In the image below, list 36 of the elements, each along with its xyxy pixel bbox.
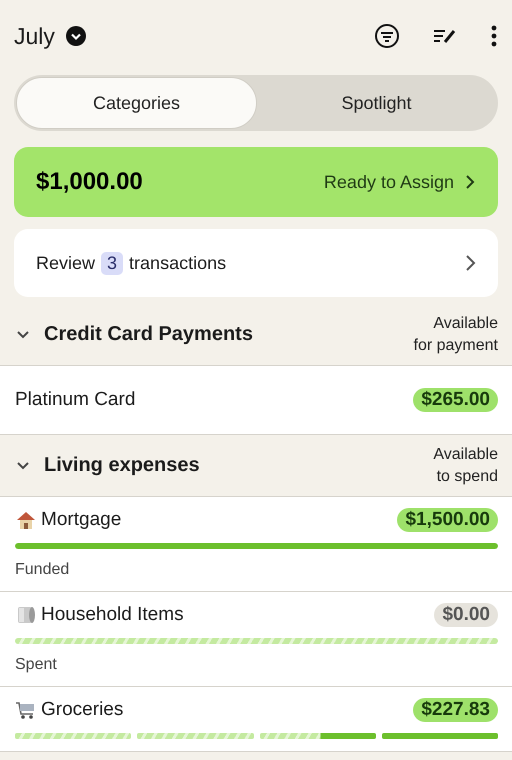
tab[interactable]: Categories — [16, 77, 257, 129]
group-name: Credit Card Payments — [44, 323, 254, 346]
chevron-right-icon — [464, 254, 476, 272]
category-name: Household Items — [41, 604, 184, 626]
category-name: Platinum Card — [15, 389, 136, 411]
ready-to-assign-card[interactable]: $1,000.00 Ready to Assign — [14, 147, 498, 217]
review-label: Review — [36, 252, 96, 274]
amount-pill: $0.00 — [434, 603, 498, 627]
tab[interactable]: Spotlight — [257, 77, 496, 129]
dropdown-icon[interactable] — [64, 25, 87, 47]
review-label: transactions — [129, 252, 228, 274]
house-icon — [15, 509, 37, 531]
more-button[interactable] — [490, 24, 498, 48]
category-row[interactable]: Mortgage $1,500.00 Funded — [0, 497, 512, 592]
category-name: Groceries — [41, 699, 124, 721]
column-label: for payment — [414, 336, 498, 356]
status-label: Funded — [15, 561, 70, 578]
column-label: Available — [432, 314, 498, 334]
category-row[interactable]: Platinum Card $265.00 — [0, 366, 512, 435]
group-name: Living expenses — [44, 454, 201, 477]
column-label: Available — [433, 444, 498, 464]
paper-roll-icon — [15, 604, 37, 626]
month-title: July — [14, 22, 55, 50]
filter-button[interactable] — [374, 23, 400, 49]
chevron-down-icon[interactable] — [16, 330, 30, 340]
amount-pill: $1,500.00 — [397, 508, 498, 532]
chevron-down-icon[interactable] — [16, 460, 30, 470]
count-badge: 3 — [101, 252, 124, 274]
review-card[interactable]: Review 3 transactions — [14, 229, 498, 297]
amount-pill: $227.83 — [413, 698, 498, 722]
status-label: Spent — [15, 656, 57, 673]
amount-pill: $265.00 — [413, 388, 498, 412]
chevron-right-icon — [464, 174, 476, 190]
column-label: to spend — [436, 466, 498, 486]
category-name: Mortgage — [41, 509, 122, 531]
cart-icon — [15, 699, 37, 721]
